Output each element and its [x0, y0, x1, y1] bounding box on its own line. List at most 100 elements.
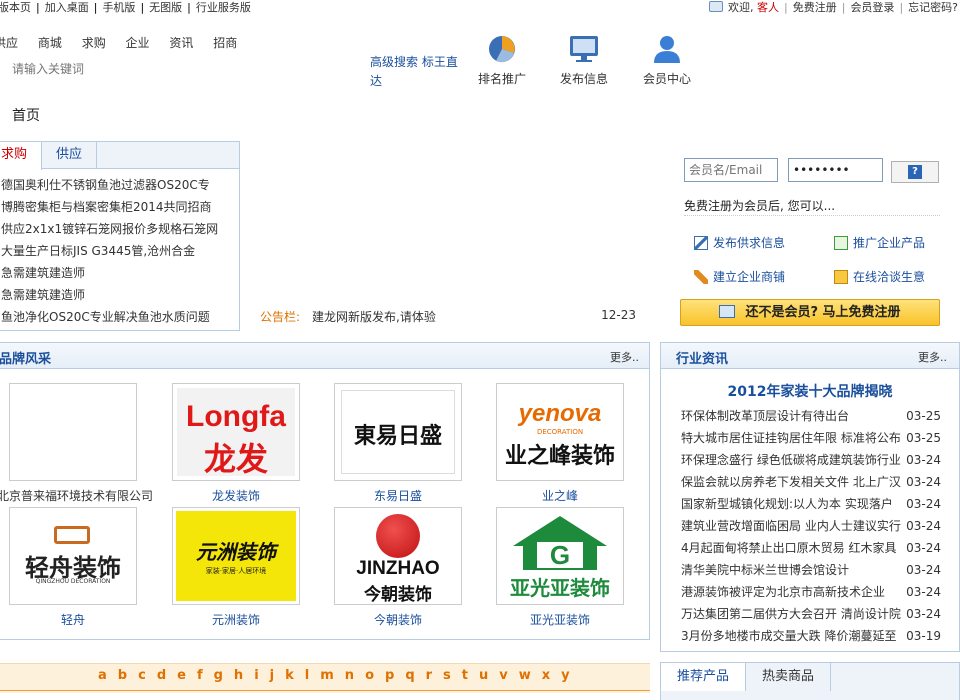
news-item[interactable]: 环保理念盛行 绿色低碳将成建筑装饰行业 03-24 — [681, 449, 959, 471]
forgot-password-link[interactable]: 忘记密码? — [908, 1, 958, 14]
online-chat-link[interactable]: 在线洽谈生意 — [834, 268, 925, 285]
letter-link-l[interactable]: l — [305, 668, 309, 683]
top-link-desktop[interactable]: 加入桌面 — [45, 1, 89, 14]
letter-link-n[interactable]: n — [345, 668, 354, 683]
news-headline[interactable]: 2012年家装十大品牌揭晓 — [661, 381, 959, 401]
brand-item[interactable]: 東易日盛 东易日盛 — [334, 383, 462, 504]
breadcrumb-home[interactable]: 首页 — [12, 105, 40, 125]
brand-caption[interactable]: 亚光亚装饰 — [496, 611, 624, 628]
letter-link-v[interactable]: v — [499, 668, 507, 683]
brand-item[interactable]: 元洲装饰 家装·家居·人居环境 元洲装饰 — [172, 507, 300, 628]
longfa-logo[interactable]: Longfa 龙发 — [172, 383, 300, 481]
brand-caption[interactable]: 元洲装饰 — [172, 611, 300, 628]
news-item[interactable]: 环保体制改革顶层设计有待出台 03-25 — [681, 405, 959, 427]
letter-link-a[interactable]: a — [98, 668, 107, 683]
tab-hot-products[interactable]: 热卖商品 — [746, 663, 832, 691]
letter-link-y[interactable]: y — [561, 668, 569, 683]
news-item[interactable]: 4月起面甸将禁止出口原木贸易 红木家具 03-24 — [681, 537, 959, 559]
register-link[interactable]: 免费注册 — [793, 1, 837, 14]
list-item[interactable]: 大量生产日标JIS G3445管,沧州合金 — [0, 240, 239, 262]
letter-link-j[interactable]: j — [270, 668, 274, 683]
brand-caption[interactable]: 今朝装饰 — [334, 611, 462, 628]
login-submit-button[interactable]: ? — [891, 161, 939, 183]
notice-link[interactable]: 建龙网新版发布,请体验 — [312, 310, 436, 324]
list-item[interactable]: 急需建筑建造师 — [0, 262, 239, 284]
brand-caption[interactable]: 轻舟 — [9, 611, 137, 628]
news-item[interactable]: 万达集团第二届供方大会召开 清尚设计院 03-24 — [681, 603, 959, 625]
letter-link-c[interactable]: c — [138, 668, 146, 683]
brand-item[interactable]: 轻舟装饰 QINGZHOU DECORATION 轻舟 — [9, 507, 137, 628]
letter-link-w[interactable]: w — [519, 668, 531, 683]
nav-supply[interactable]: 供应 — [0, 36, 18, 50]
password-input[interactable] — [788, 158, 883, 182]
list-item[interactable]: 德国奥利仕不锈钢鱼池过滤器OS20C专 — [0, 174, 239, 196]
tab-buy[interactable]: 求购 — [0, 142, 43, 170]
advanced-search-link[interactable]: 高级搜索 标王直达 — [370, 53, 466, 91]
promote-product-link[interactable]: 推广企业产品 — [834, 234, 925, 251]
brand-item[interactable]: Longfa 龙发 龙发装饰 — [172, 383, 300, 504]
yenova-logo[interactable]: yenova DECORATION 业之峰装饰 — [496, 383, 624, 481]
username-input[interactable] — [684, 158, 778, 182]
letter-link-h[interactable]: h — [234, 668, 243, 683]
login-link[interactable]: 会员登录 — [850, 1, 894, 14]
dongyi-logo[interactable]: 東易日盛 — [334, 383, 462, 481]
news-item[interactable]: 国家新型城镇化规划:以人为本 实现落户 03-24 — [681, 493, 959, 515]
letter-link-u[interactable]: u — [479, 668, 488, 683]
brand-item[interactable]: G 亚光亚装饰 亚光亚装饰 — [496, 507, 624, 628]
letter-link-s[interactable]: s — [443, 668, 451, 683]
letter-link-t[interactable]: t — [462, 668, 468, 683]
letter-link-k[interactable]: k — [285, 668, 294, 683]
ranking-promo-button[interactable]: 排名推广 — [467, 34, 537, 87]
nav-buy[interactable]: 求购 — [82, 36, 106, 50]
news-more-link[interactable]: 更多.. — [918, 349, 947, 365]
qingzhou-logo[interactable]: 轻舟装饰 QINGZHOU DECORATION — [9, 507, 137, 605]
brand-caption[interactable]: 业之峰 — [496, 487, 624, 504]
brand-item[interactable]: JINZHAO 今朝装饰 今朝装饰 — [334, 507, 462, 628]
nav-mall[interactable]: 商城 — [38, 36, 62, 50]
news-item[interactable]: 保监会就以房养老下发相关文件 北上广汉 03-24 — [681, 471, 959, 493]
letter-link-g[interactable]: g — [214, 668, 223, 683]
letter-link-r[interactable]: r — [426, 668, 432, 683]
letter-link-f[interactable]: f — [197, 668, 203, 683]
brand-more-link[interactable]: 更多.. — [610, 349, 639, 365]
top-link-industry[interactable]: 行业服务版 — [196, 1, 251, 14]
nav-company[interactable]: 企业 — [126, 36, 150, 50]
news-item[interactable]: 清华美院中标米兰世博会馆设计 03-24 — [681, 559, 959, 581]
brand-item[interactable]: 北京普来福环境技术有限公司 — [0, 383, 153, 504]
news-item[interactable]: 特大城市居住证挂钩居住年限 标准将公布 03-25 — [681, 427, 959, 449]
free-register-button[interactable]: 还不是会员? 马上免费注册 — [680, 299, 940, 326]
list-item[interactable]: 博腾密集柜与档案密集柜2014共同招商 — [0, 196, 239, 218]
search-input[interactable] — [0, 56, 350, 82]
yaguangya-logo[interactable]: G 亚光亚装饰 — [496, 507, 624, 605]
yuanzhou-logo[interactable]: 元洲装饰 家装·家居·人居环境 — [172, 507, 300, 605]
letter-link-o[interactable]: o — [365, 668, 374, 683]
letter-link-p[interactable]: p — [385, 668, 394, 683]
list-item[interactable]: 急需建筑建造师 — [0, 284, 239, 306]
letter-link-i[interactable]: i — [254, 668, 258, 683]
publish-info-button[interactable]: 发布信息 — [549, 34, 619, 87]
letter-link-q[interactable]: q — [405, 668, 414, 683]
letter-link-d[interactable]: d — [157, 668, 166, 683]
news-item[interactable]: 3月份多地楼市成交量大跌 降价潮蔓延至 03-19 — [681, 625, 959, 647]
news-item[interactable]: 港源装饰被评定为北京市高新技术企业 03-24 — [681, 581, 959, 603]
brand-caption[interactable]: 北京普来福环境技术有限公司 — [0, 487, 153, 504]
brand-item[interactable]: yenova DECORATION 业之峰装饰 业之峰 — [496, 383, 624, 504]
news-item[interactable]: 建筑业营改增面临困局 业内人士建议实行 03-24 — [681, 515, 959, 537]
member-center-button[interactable]: 会员中心 — [632, 34, 702, 87]
top-link-mobile[interactable]: 手机版 — [102, 1, 135, 14]
letter-link-x[interactable]: x — [542, 668, 550, 683]
build-shop-link[interactable]: 建立企业商铺 — [694, 268, 785, 285]
list-item[interactable]: 供应2x1x1镀锌石笼网报价多规格石笼网 — [0, 218, 239, 240]
brand-logo-blank[interactable] — [9, 383, 137, 481]
letter-link-m[interactable]: m — [320, 668, 334, 683]
tab-supply[interactable]: 供应 — [42, 142, 98, 169]
jinzhao-logo[interactable]: JINZHAO 今朝装饰 — [334, 507, 462, 605]
nav-invest[interactable]: 招商 — [213, 36, 237, 50]
nav-news[interactable]: 资讯 — [169, 36, 193, 50]
letter-link-b[interactable]: b — [118, 668, 127, 683]
brand-caption[interactable]: 龙发装饰 — [172, 487, 300, 504]
top-link-noimage[interactable]: 无图版 — [149, 1, 182, 14]
tab-recommended-products[interactable]: 推荐产品 — [661, 663, 747, 691]
list-item[interactable]: 鱼池净化OS20C专业解决鱼池水质问题 — [0, 306, 239, 328]
top-link-version[interactable]: 版本页 — [0, 1, 31, 14]
